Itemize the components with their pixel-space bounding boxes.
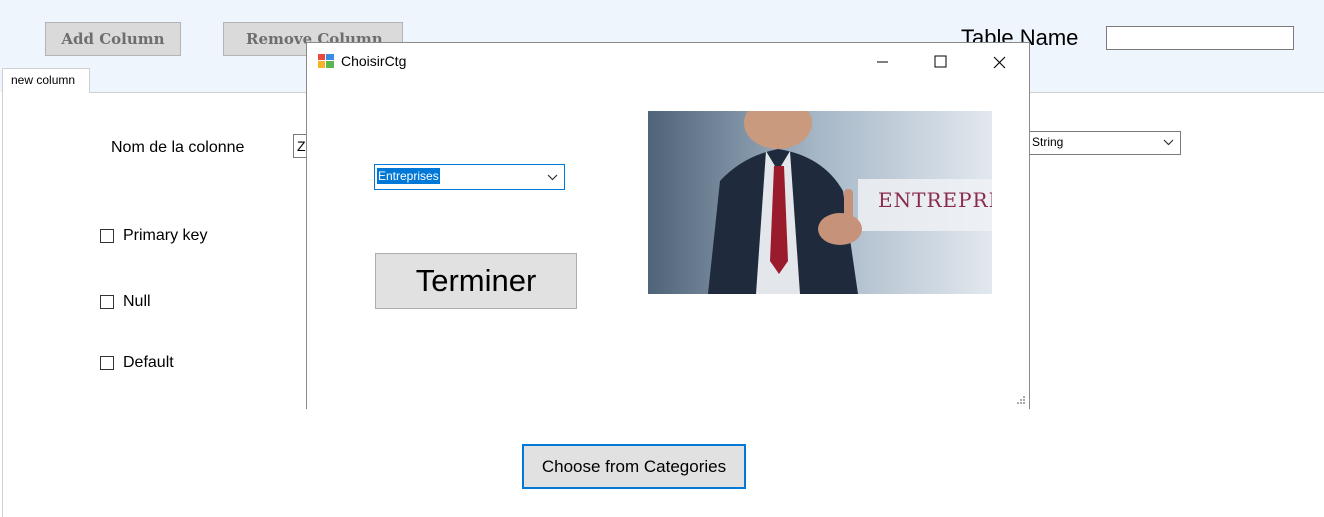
business-image: ENTREPRIS [648,111,992,294]
close-icon[interactable] [993,56,1006,69]
type-select-value: String [1032,135,1064,149]
default-label: Default [123,354,174,371]
type-select[interactable]: String [1028,131,1181,155]
null-checkbox[interactable] [100,295,114,309]
chevron-down-icon [547,174,558,181]
resize-grip-icon[interactable] [1016,395,1026,405]
null-label: Null [123,293,151,310]
maximize-icon[interactable] [934,55,947,68]
default-checkbox[interactable] [100,356,114,370]
image-caption: ENTREPRIS [878,188,992,212]
table-name-input[interactable] [1106,26,1294,50]
primary-key-label: Primary key [123,227,208,244]
minimize-icon[interactable] [877,60,889,64]
dialog-title: ChoisirCtg [341,53,407,69]
add-column-button[interactable]: Add Column [45,22,181,56]
choose-from-categories-button[interactable]: Choose from Categories [522,444,746,489]
app-icon [318,54,334,68]
chevron-down-icon [1163,139,1174,146]
terminer-button[interactable]: Terminer [375,253,577,309]
primary-key-checkbox[interactable] [100,229,114,243]
tab-new-column[interactable]: new column [2,68,90,93]
panel-border [2,93,3,517]
column-name-label: Nom de la colonne [111,139,245,156]
category-select-value: Entreprises [377,168,440,184]
